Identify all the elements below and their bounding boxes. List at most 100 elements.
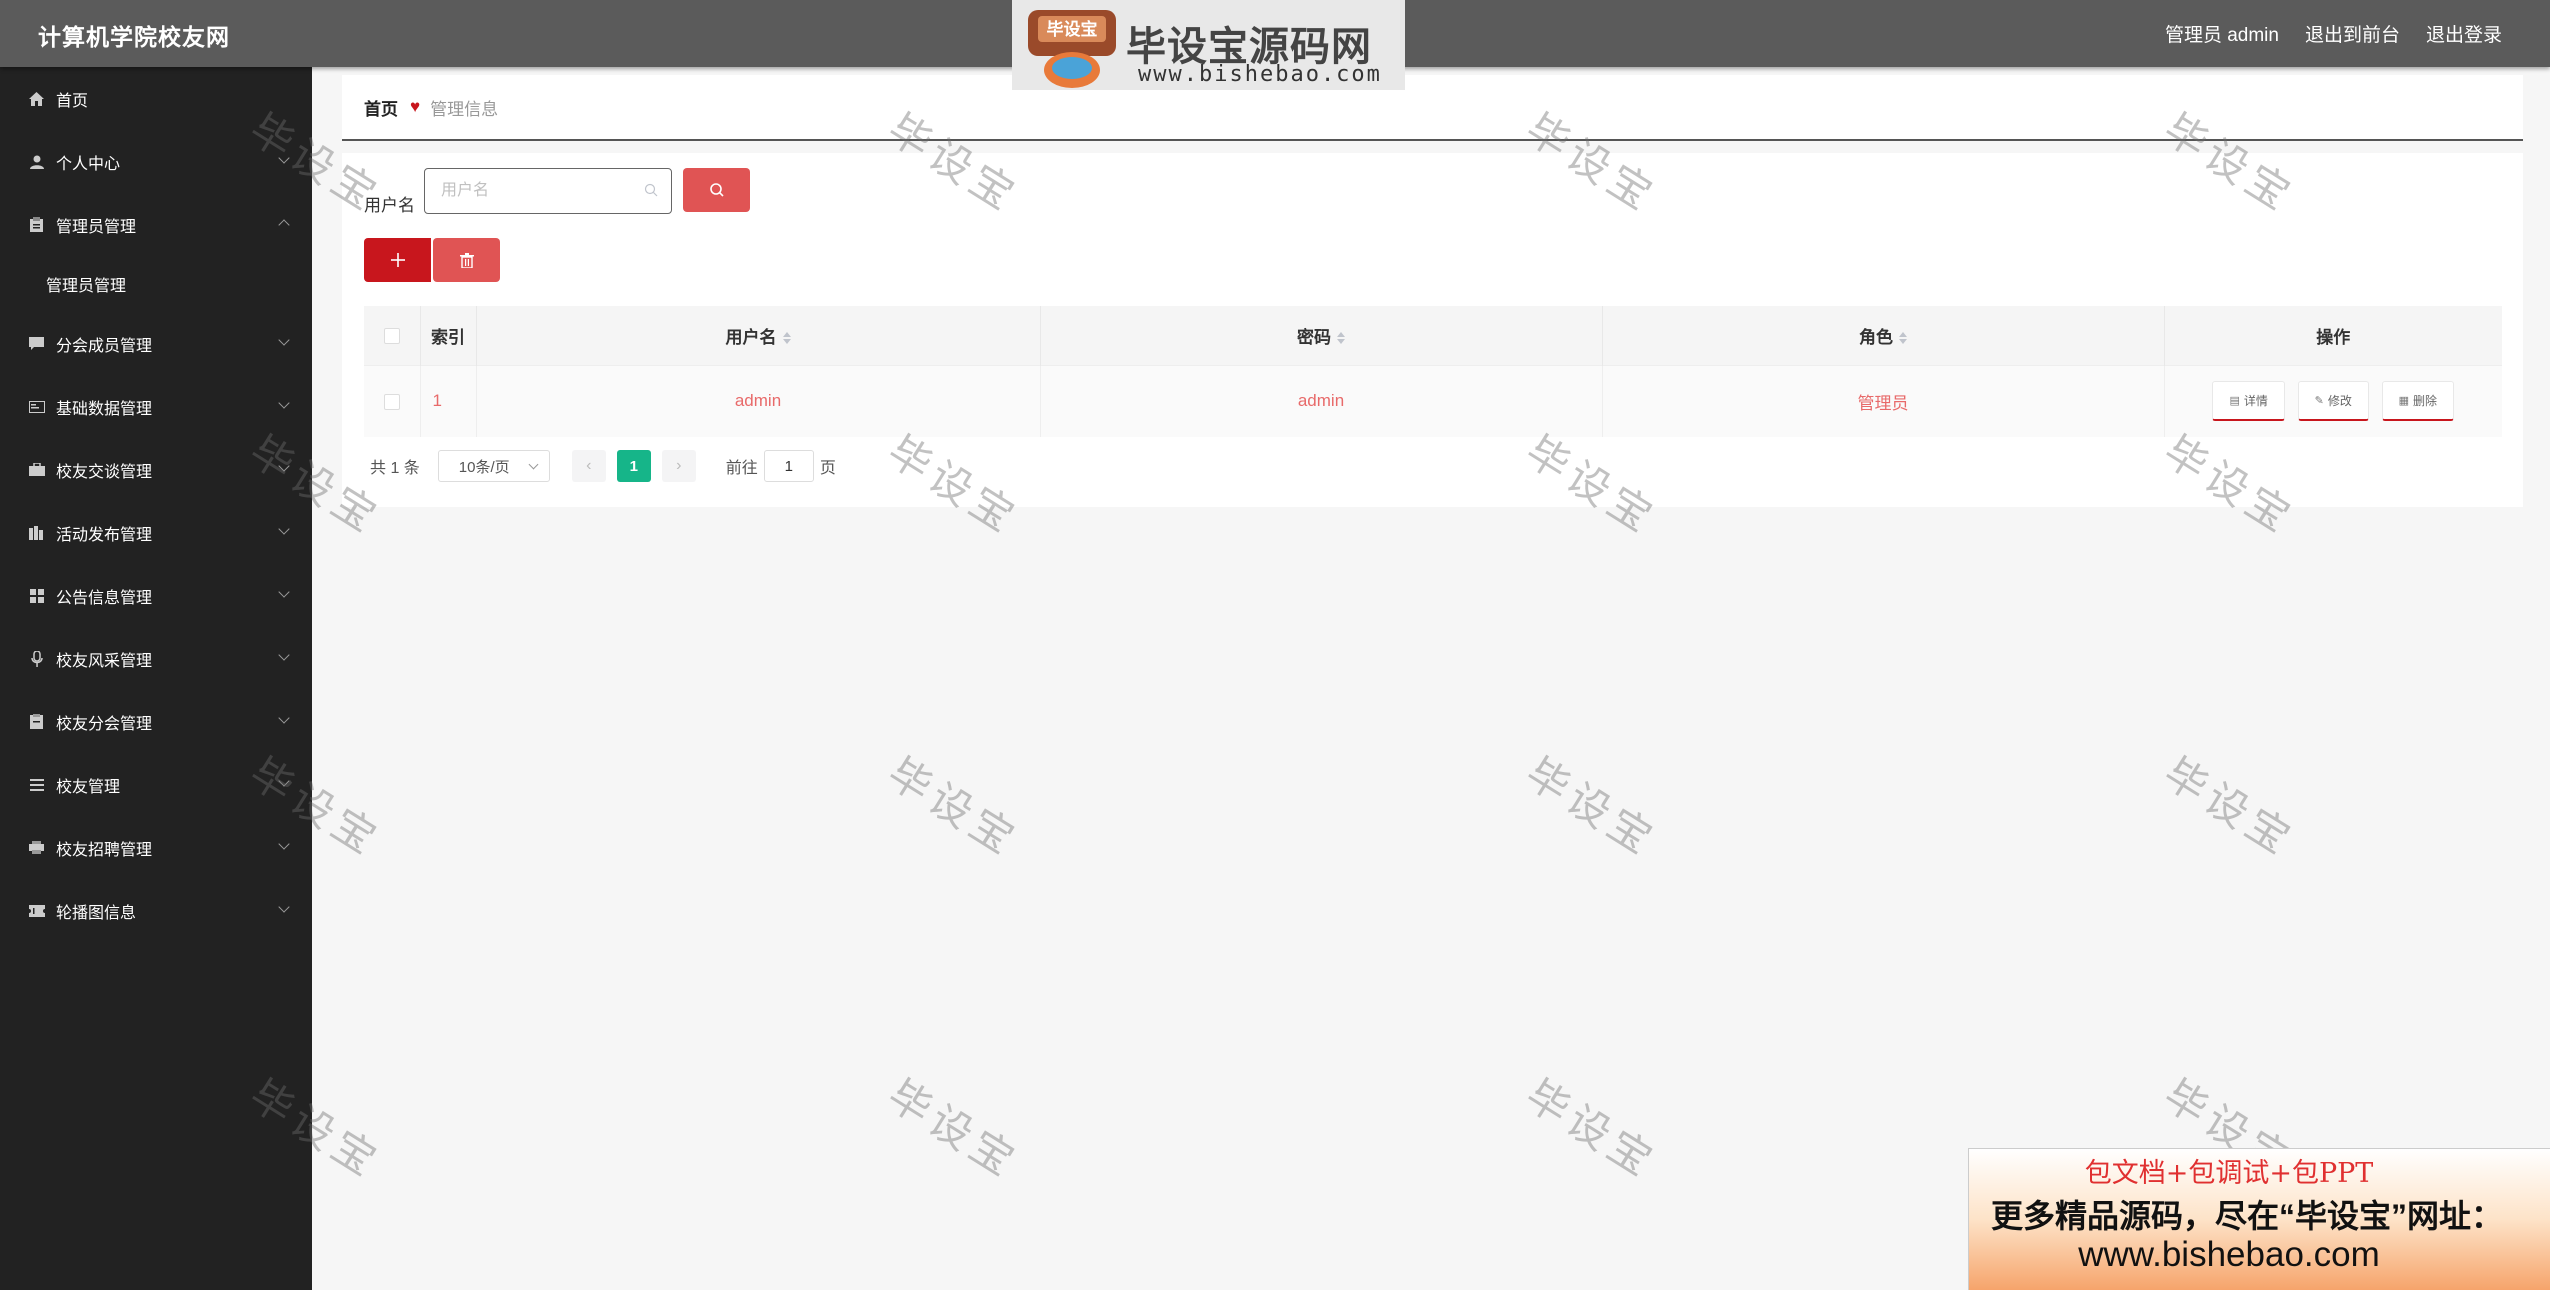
detail-label: 详情 [2243, 394, 2268, 409]
sidebar-item-label: 校友交谈管理 [56, 463, 153, 481]
col-actions-label: 操作 [2316, 327, 2351, 347]
col-header-index: 索引 [420, 306, 477, 365]
sidebar-item-label: 校友风采管理 [56, 652, 153, 670]
cell-role: 管理员 [1602, 364, 2165, 437]
microphone-icon [28, 650, 45, 667]
sidebar-item-alumni-talk[interactable]: 校友交谈管理 [0, 438, 312, 501]
table-header-row: 索引 用户名 密码 角色 操作 [364, 306, 2502, 365]
sort-icon[interactable] [1899, 332, 1907, 345]
ad-line-1: 包文档+包调试+包PPT [2084, 1158, 2374, 1189]
page-size-select[interactable]: 10条/页 [437, 450, 550, 482]
cell-index: 1 [420, 364, 477, 437]
sidebar-item-label: 个人中心 [56, 155, 121, 173]
ad-line-2: 更多精品源码，尽在“毕设宝”网址： [1991, 1198, 2504, 1234]
document-icon: ▤ [2229, 395, 2240, 408]
col-username-label: 用户名 [725, 327, 777, 347]
sidebar-subitem-admin-management[interactable]: 管理员管理 [0, 256, 312, 312]
ad-line-3: www.bishebao.com [2078, 1235, 2380, 1274]
sidebar-item-alumni-style[interactable]: 校友风采管理 [0, 627, 312, 690]
goto-page-input[interactable] [763, 450, 814, 482]
chevron-down-icon [278, 523, 290, 535]
pagination: 共 1 条 10条/页 ‹ 1 › 前往 页 [364, 450, 836, 482]
ad-banner[interactable]: 包文档+包调试+包PPT 更多精品源码，尽在“毕设宝”网址： www.bishe… [1968, 1148, 2550, 1290]
page-number-active[interactable]: 1 [616, 450, 651, 482]
sort-icon[interactable] [782, 332, 791, 345]
cell-username: admin [476, 364, 1041, 437]
sidebar-item-label: 校友管理 [56, 778, 121, 796]
page-size-value: 10条/页 [458, 458, 510, 476]
grid-icon [28, 587, 45, 604]
logo-badge-text: 毕设宝 [1047, 19, 1098, 40]
chevron-down-icon [278, 838, 290, 850]
add-button[interactable] [364, 238, 431, 282]
col-header-password[interactable]: 密码 [1040, 306, 1603, 365]
card-icon [28, 398, 45, 415]
goto-prefix: 前往 [725, 460, 758, 477]
edit-button[interactable]: ✎ 修改 [2297, 381, 2369, 422]
row-checkbox[interactable] [383, 393, 400, 410]
watermark-text: 毕设宝 [879, 1070, 1028, 1188]
logo-url: www.bishebao.com [1138, 62, 1382, 87]
sidebar-item-activity-publish[interactable]: 活动发布管理 [0, 501, 312, 564]
col-header-username[interactable]: 用户名 [476, 306, 1041, 365]
chevron-down-icon [278, 152, 290, 164]
chevron-down-icon [278, 775, 290, 787]
delete-button[interactable]: ▦ 删除 [2381, 381, 2455, 422]
briefcase-icon [28, 461, 45, 478]
sidebar-item-personal-center[interactable]: 个人中心 [0, 130, 312, 193]
edit-label: 修改 [2327, 394, 2352, 409]
table-row: 1 admin admin 管理员 ▤ 详情 ✎ 修改 ▦ 删除 [364, 364, 2502, 437]
sidebar-item-carousel[interactable]: 轮播图信息 [0, 879, 312, 942]
col-password-label: 密码 [1297, 327, 1331, 347]
chevron-down-icon [278, 334, 290, 346]
app-title: 计算机学院校友网 [38, 24, 230, 50]
next-page-button[interactable]: › [661, 450, 696, 482]
search-button[interactable] [683, 168, 750, 212]
content-panel: 用户名 索引 用户名 密码 角色 操作 [342, 153, 2523, 507]
home-icon [28, 90, 45, 107]
sidebar-item-branch-members[interactable]: 分会成员管理 [0, 312, 312, 375]
watermark-text: 毕设宝 [1517, 1070, 1666, 1188]
sidebar: 首页 个人中心 管理员管理 管理员管理 分会成员管理 基础数据管理 校友交谈管理… [0, 67, 312, 1290]
edit-icon: ✎ [2314, 395, 2324, 408]
sidebar-item-recruitment[interactable]: 校友招聘管理 [0, 816, 312, 879]
exit-to-front-link[interactable]: 退出到前台 [2305, 20, 2400, 47]
batch-delete-button[interactable] [433, 238, 500, 282]
chevron-down-icon [278, 649, 290, 661]
current-user-label: 管理员 admin [2164, 25, 2279, 46]
building-icon [28, 524, 45, 541]
sidebar-item-alumni-branch[interactable]: 校友分会管理 [0, 690, 312, 753]
breadcrumb-home[interactable]: 首页 [364, 95, 398, 120]
sidebar-item-home[interactable]: 首页 [0, 67, 312, 130]
search-input[interactable] [424, 168, 672, 214]
col-header-role[interactable]: 角色 [1602, 306, 2165, 365]
breadcrumb: 首页 ♥ 管理信息 [342, 75, 2523, 141]
detail-button[interactable]: ▤ 详情 [2212, 381, 2285, 422]
sidebar-item-announcements[interactable]: 公告信息管理 [0, 564, 312, 627]
delete-label: 删除 [2413, 394, 2438, 409]
search-label: 用户名 [364, 196, 415, 215]
sidebar-item-admin-management[interactable]: 管理员管理 [0, 193, 312, 256]
comment-icon [28, 335, 45, 352]
chevron-down-icon [278, 460, 290, 472]
goto-suffix: 页 [819, 460, 836, 477]
prev-page-button[interactable]: ‹ [571, 450, 606, 482]
chevron-up-icon [278, 219, 290, 231]
sidebar-item-basic-data[interactable]: 基础数据管理 [0, 375, 312, 438]
chevron-down-icon [278, 397, 290, 409]
admin-table: 索引 用户名 密码 角色 操作 1 admin admin 管理员 ▤ 详情 ✎ 修… [364, 306, 2502, 437]
heart-icon: ♥ [410, 97, 421, 116]
sort-icon[interactable] [1337, 332, 1345, 345]
document-icon [28, 713, 45, 730]
sidebar-item-alumni[interactable]: 校友管理 [0, 753, 312, 816]
logout-link[interactable]: 退出登录 [2426, 20, 2502, 47]
cell-actions: ▤ 详情 ✎ 修改 ▦ 删除 [2164, 364, 2502, 437]
sidebar-item-label: 活动发布管理 [56, 526, 153, 544]
trash-icon [459, 252, 474, 268]
main-content: 首页 ♥ 管理信息 用户名 索引 用户名 密码 角色 操作 [342, 67, 2523, 507]
sidebar-item-label: 校友招聘管理 [56, 841, 153, 859]
select-all-checkbox[interactable] [383, 327, 400, 344]
col-index-label: 索引 [431, 327, 465, 347]
clipboard-icon [28, 216, 45, 233]
col-role-label: 角色 [1859, 327, 1893, 347]
